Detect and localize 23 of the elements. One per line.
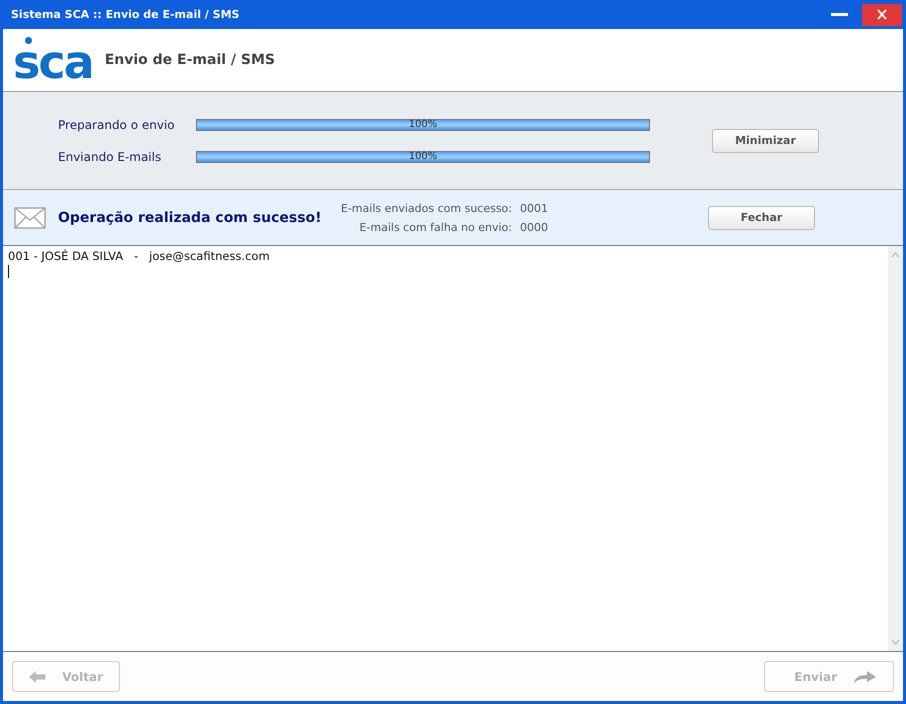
success-message: Operação realizada com sucesso!: [58, 210, 323, 226]
scroll-up-icon[interactable]: [891, 252, 900, 258]
stat-label: E-mails com falha no envio:: [359, 220, 512, 234]
stat-label: E-mails enviados com sucesso:: [340, 202, 512, 214]
arrow-right-icon: [853, 670, 877, 684]
log-area[interactable]: 001 - JOSÉ DA SILVA - jose@scafitness.com: [3, 246, 903, 652]
close-icon: [877, 9, 887, 20]
progress-reading: 100%: [408, 150, 438, 164]
stat-value: 0001: [520, 202, 548, 214]
page-title: Envio de E-mail / SMS: [104, 52, 276, 68]
progress-label: Enviando E-mails: [58, 150, 162, 164]
log-line: 001 - JOSÉ DA SILVA - jose@scafitness.com: [8, 249, 271, 263]
progress-label: Preparando o envio: [58, 118, 176, 132]
close-button[interactable]: Fechar: [708, 206, 815, 230]
envelope-icon: [14, 206, 46, 228]
window-title: Sistema SCA :: Envio de E-mail / SMS: [10, 8, 240, 21]
minimize-button[interactable]: Minimizar: [712, 128, 819, 152]
progress-reading: 100%: [408, 118, 438, 132]
close-button[interactable]: [862, 4, 902, 26]
stat-value: 0000: [520, 220, 548, 234]
logo: sca: [13, 38, 93, 82]
scroll-down-icon[interactable]: [891, 639, 900, 645]
arrow-left-icon: [29, 670, 46, 684]
